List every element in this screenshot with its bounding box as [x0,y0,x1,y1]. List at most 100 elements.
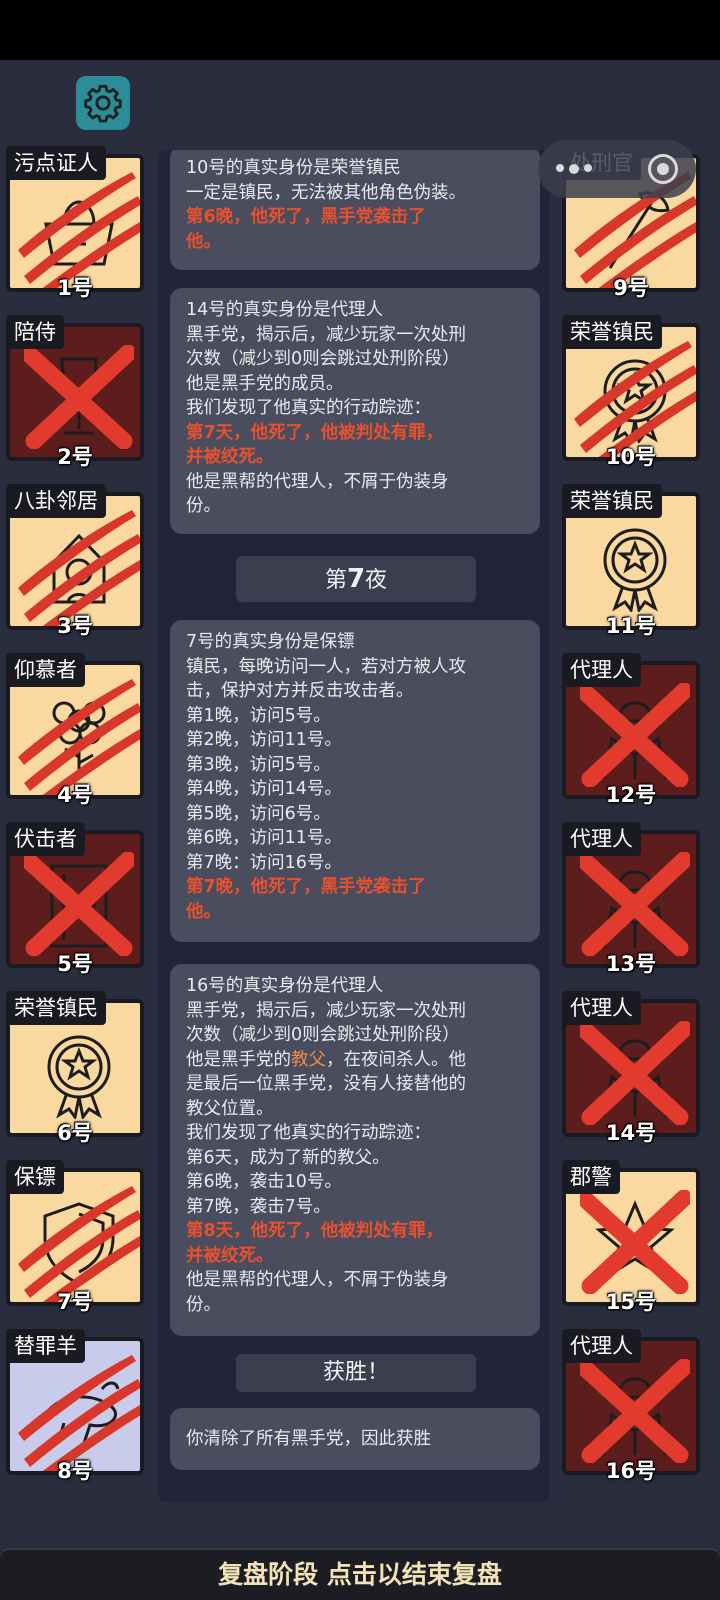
player-card-13[interactable]: 代理人 13号 [562,822,700,976]
log-line: 14号的真实身份是代理人 [186,300,384,320]
player-card-14[interactable]: 代理人 14号 [562,991,700,1145]
role-name: 荣誉镇民 [6,991,106,1025]
player-number: 10号 [605,445,657,469]
miniapp-capsule[interactable] [538,140,696,198]
log-line: 是最后一位黑手党，没有人接替他的 [186,1074,466,1094]
log-line-highlight: 第7晚，他死了，黑手党袭击了 [186,877,426,897]
player-card-6[interactable]: 荣誉镇民 6号 [6,991,144,1145]
player-card-7[interactable]: 保镖 7号 [6,1160,144,1314]
log-line: 第7晚：访问16号。 [186,852,342,873]
role-name: 荣誉镇民 [562,484,662,518]
log-message: 7号的真实身份是保镖 镇民，每晚访问一人，若对方被人攻 击，保护对方并反击攻击者… [170,620,540,942]
log-line: 黑手党，揭示后，减少玩家一次处刑 [186,1000,466,1021]
log-line: 我们发现了他真实的行动踪迹： [186,1123,431,1143]
player-number: 5号 [57,952,93,976]
log-line-highlight: 他。 [186,231,221,252]
player-card-1[interactable]: 污点证人 1号 [6,146,144,300]
log-line-highlight: 并被绞死。 [186,1245,274,1266]
settings-button[interactable] [76,76,130,130]
log-line: 7号的真实身份是保镖 [186,632,355,652]
status-bar [0,0,720,60]
role-name: 陪侍 [6,315,64,349]
eliminated-x-mark [580,1359,690,1463]
night-number: 7 [346,564,366,594]
role-name: 代理人 [562,1329,641,1363]
role-name: 代理人 [562,822,641,856]
log-line: 第6晚，访问11号。 [186,828,342,848]
log-text: 他是黑手党的 [186,1049,291,1070]
player-card-15[interactable]: 郡警 15号 [562,1160,700,1314]
end-review-button[interactable]: 复盘阶段 点击以结束复盘 [0,1548,720,1600]
log-line: 他是黑手党的教父，在夜间杀人。他 [186,1048,524,1073]
player-card-16[interactable]: 代理人 16号 [562,1329,700,1483]
player-card-11[interactable]: 荣誉镇民 11号 [562,484,700,638]
player-card-2[interactable]: 陪侍 2号 [6,315,144,469]
player-number: 13号 [605,952,657,976]
player-card-3[interactable]: 八卦邻居 3号 [6,484,144,638]
log-line: 黑手党，揭示后，减少玩家一次处刑 [186,324,466,345]
eliminated-x-mark [580,683,690,787]
player-number: 8号 [57,1459,93,1483]
role-name: 污点证人 [6,146,106,180]
log-line: 第1晚，访问5号。 [186,705,331,726]
player-number: 7号 [57,1290,93,1314]
eliminated-x-mark [580,1021,690,1125]
role-name: 替罪羊 [6,1329,85,1363]
log-line: 份。 [186,1294,221,1315]
log-line: 10号的真实身份是荣誉镇民 [186,158,401,178]
role-name: 仰慕者 [6,653,85,687]
role-name: 郡警 [562,1160,620,1194]
log-message: 16号的真实身份是代理人 黑手党，揭示后，减少玩家一次处刑 次数（减少到0则会跳… [170,964,540,1336]
player-number: 14号 [605,1121,657,1145]
log-line: 次数（减少到0则会跳过处刑阶段） [186,349,460,369]
eliminated-x-mark [580,852,690,956]
gear-icon [84,84,122,123]
log-line: 一定是镇民，无法被其他角色伪装。 [186,182,466,203]
player-number: 3号 [57,614,93,638]
game-log[interactable]: 10号的真实身份是荣誉镇民 一定是镇民，无法被其他角色伪装。 第6晚，他死了，黑… [158,150,550,1502]
log-line: 次数（减少到0则会跳过处刑阶段） [186,1025,460,1045]
player-card-12[interactable]: 代理人 12号 [562,653,700,807]
eliminated-x-mark [580,1190,690,1294]
role-name: 荣誉镇民 [562,315,662,349]
player-card-4[interactable]: 仰慕者 4号 [6,653,144,807]
log-message: 你清除了所有黑手党，因此获胜 [170,1408,540,1470]
log-line: 第7晚，袭击7号。 [186,1196,331,1217]
player-number: 4号 [57,783,93,807]
log-line: 击，保护对方并反击攻击者。 [186,681,414,701]
role-name: 八卦邻居 [6,484,106,518]
target-close-icon[interactable] [648,154,678,184]
log-line: 份。 [186,496,221,516]
role-name: 伏击者 [6,822,85,856]
log-line: 他是黑帮的代理人，不屑于伪装身 [186,1270,449,1290]
log-line: 第4晚，访问14号。 [186,779,342,799]
log-message: 14号的真实身份是代理人 黑手党，揭示后，减少玩家一次处刑 次数（减少到0则会跳… [170,288,540,534]
role-name: 代理人 [562,653,641,687]
log-line-highlight: 并被绞死。 [186,447,274,467]
log-line: 第2晚，访问11号。 [186,730,342,750]
player-card-10[interactable]: 荣誉镇民 10号 [562,315,700,469]
player-number: 1号 [57,276,93,300]
log-line: 镇民，每晚访问一人，若对方被人攻 [186,656,466,677]
godfather-highlight: 教父 [291,1049,326,1070]
log-line: 他是黑手党的成员。 [186,373,344,394]
player-number: 11号 [605,614,657,638]
player-number: 9号 [613,276,649,300]
log-text: ，在夜间杀人。他 [326,1049,466,1070]
player-card-8[interactable]: 替罪羊 8号 [6,1329,144,1483]
player-number: 2号 [57,445,93,469]
player-number: 15号 [605,1290,657,1314]
more-dots-icon[interactable] [556,164,592,174]
role-name: 保镖 [6,1160,64,1194]
role-name: 代理人 [562,991,641,1025]
log-line: 你清除了所有黑手党，因此获胜 [186,1429,431,1449]
night-prefix: 第 [324,568,347,593]
log-message: 10号的真实身份是荣誉镇民 一定是镇民，无法被其他角色伪装。 第6晚，他死了，黑… [170,150,540,270]
player-number: 6号 [57,1121,93,1145]
victory-banner: 获胜！ [236,1354,476,1392]
log-line: 他是黑帮的代理人，不屑于伪装身 [186,471,449,492]
player-number: 12号 [605,783,657,807]
log-line: 第5晚，访问6号。 [186,803,331,824]
player-card-5[interactable]: 伏击者 5号 [6,822,144,976]
night-banner: 第7夜 [236,556,476,602]
